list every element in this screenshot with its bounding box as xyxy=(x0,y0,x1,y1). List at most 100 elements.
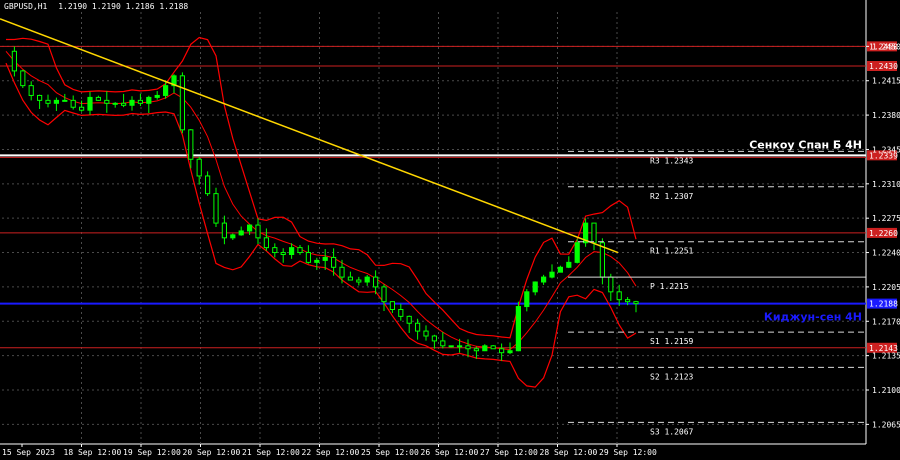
candle-body xyxy=(473,348,479,352)
candle-body xyxy=(196,158,202,177)
x-tick-label: 28 Sep 12:00 xyxy=(540,448,598,457)
candle-body xyxy=(356,279,362,283)
candle-body xyxy=(221,222,228,239)
candle-body xyxy=(339,266,345,278)
candle-body xyxy=(154,94,160,98)
candle-body xyxy=(179,75,186,131)
chart-header: GBPUSD,H1 1.2190 1.2190 1.2186 1.2188 xyxy=(4,2,188,11)
chart-background xyxy=(0,0,900,460)
candle-body xyxy=(457,345,463,348)
candle-body xyxy=(112,102,118,105)
x-tick-label: 21 Sep 12:00 xyxy=(242,448,300,457)
candle-body xyxy=(255,224,261,239)
candle-body xyxy=(541,276,547,283)
candle-body xyxy=(406,315,412,324)
candle-body xyxy=(11,50,17,72)
y-tick-label: 1.2345 xyxy=(872,145,900,154)
candle-body xyxy=(70,99,76,108)
candle-body xyxy=(549,271,555,278)
candle-body xyxy=(95,96,102,101)
x-tick-label: 25 Sep 12:00 xyxy=(361,448,419,457)
pivot-label: S2 1.2123 xyxy=(650,372,694,381)
candle-body xyxy=(314,259,320,263)
candle-body xyxy=(608,276,614,293)
symbol-label: GBPUSD,H1 xyxy=(4,2,48,11)
level-price-label: 1.2430 xyxy=(869,62,898,71)
candle-body xyxy=(37,94,43,101)
y-tick-label: 1.2380 xyxy=(872,111,900,120)
candle-body xyxy=(440,340,446,347)
x-tick-label: 20 Sep 12:00 xyxy=(183,448,241,457)
y-tick-label: 1.2415 xyxy=(872,77,900,86)
candle-body xyxy=(398,308,404,317)
x-tick-label: 27 Sep 12:00 xyxy=(480,448,538,457)
candle-body xyxy=(289,247,295,256)
candle-body xyxy=(146,96,152,104)
candle-body xyxy=(45,99,51,104)
candle-body xyxy=(557,266,563,273)
pivot-label: S3 1.2067 xyxy=(650,427,694,436)
pivot-label: P 1.2215 xyxy=(650,282,689,291)
candle-body xyxy=(347,276,353,281)
y-tick-label: 1.2450 xyxy=(872,42,900,51)
candle-body xyxy=(465,345,471,350)
level-price-label: 1.2188 xyxy=(869,300,898,309)
candle-body xyxy=(381,286,387,303)
candle-body xyxy=(263,237,269,249)
candle-body xyxy=(499,348,505,354)
y-tick-label: 1.2135 xyxy=(872,352,900,361)
candle-body xyxy=(574,242,580,263)
level-price-label: 1.2260 xyxy=(869,229,898,238)
x-tick-label: 22 Sep 12:00 xyxy=(302,448,360,457)
candle-body xyxy=(297,247,303,254)
x-tick-label: 29 Sep 12:00 xyxy=(599,448,657,457)
candle-body xyxy=(524,291,530,308)
candle-body xyxy=(188,129,194,160)
candle-body xyxy=(364,276,370,283)
candle-body xyxy=(20,70,26,87)
candle-body xyxy=(53,99,59,104)
candle-body xyxy=(423,330,429,337)
annotation-label: Сенкоу Спан Б 4Н xyxy=(749,139,862,152)
candle-body xyxy=(79,106,85,111)
candle-body xyxy=(616,291,622,301)
candle-body xyxy=(331,256,337,268)
candle-body xyxy=(230,234,236,239)
candle-body xyxy=(625,299,631,303)
candle-body xyxy=(389,301,395,310)
y-tick-label: 1.2240 xyxy=(872,249,900,258)
candle-body xyxy=(87,96,93,111)
pivot-label: R3 1.2343 xyxy=(650,156,694,165)
candle-body xyxy=(482,345,488,352)
candle-body xyxy=(163,85,169,96)
candle-body xyxy=(515,306,521,352)
candle-body xyxy=(205,175,211,195)
x-tick-label: 26 Sep 12:00 xyxy=(421,448,479,457)
x-tick-label: 18 Sep 12:00 xyxy=(64,448,122,457)
candle-body xyxy=(28,85,34,96)
candle-body xyxy=(137,99,144,104)
pivot-label: R2 1.2307 xyxy=(650,192,694,201)
candle-body xyxy=(121,102,127,106)
candle-body xyxy=(633,301,639,305)
y-tick-label: 1.2205 xyxy=(872,283,900,292)
y-tick-label: 1.2170 xyxy=(872,317,900,326)
candle-body xyxy=(415,322,421,332)
candle-body xyxy=(507,350,513,354)
x-tick-label: 15 Sep 2023 xyxy=(2,448,55,457)
candle-body xyxy=(305,252,311,263)
candle-body xyxy=(129,99,135,106)
candle-body xyxy=(238,230,244,236)
candle-body xyxy=(280,252,286,256)
candle-body xyxy=(322,256,328,261)
annotation-label: Киджун-сен 4Н xyxy=(764,310,862,323)
candle-body xyxy=(104,99,110,104)
candle-body xyxy=(62,99,68,102)
candle-body xyxy=(247,224,253,232)
candle-body xyxy=(431,335,437,342)
y-tick-label: 1.2100 xyxy=(872,386,900,395)
candle-body xyxy=(213,193,219,224)
candle-body xyxy=(373,276,379,288)
pivot-label: R1 1.2251 xyxy=(650,247,694,256)
candle-body xyxy=(566,261,572,268)
